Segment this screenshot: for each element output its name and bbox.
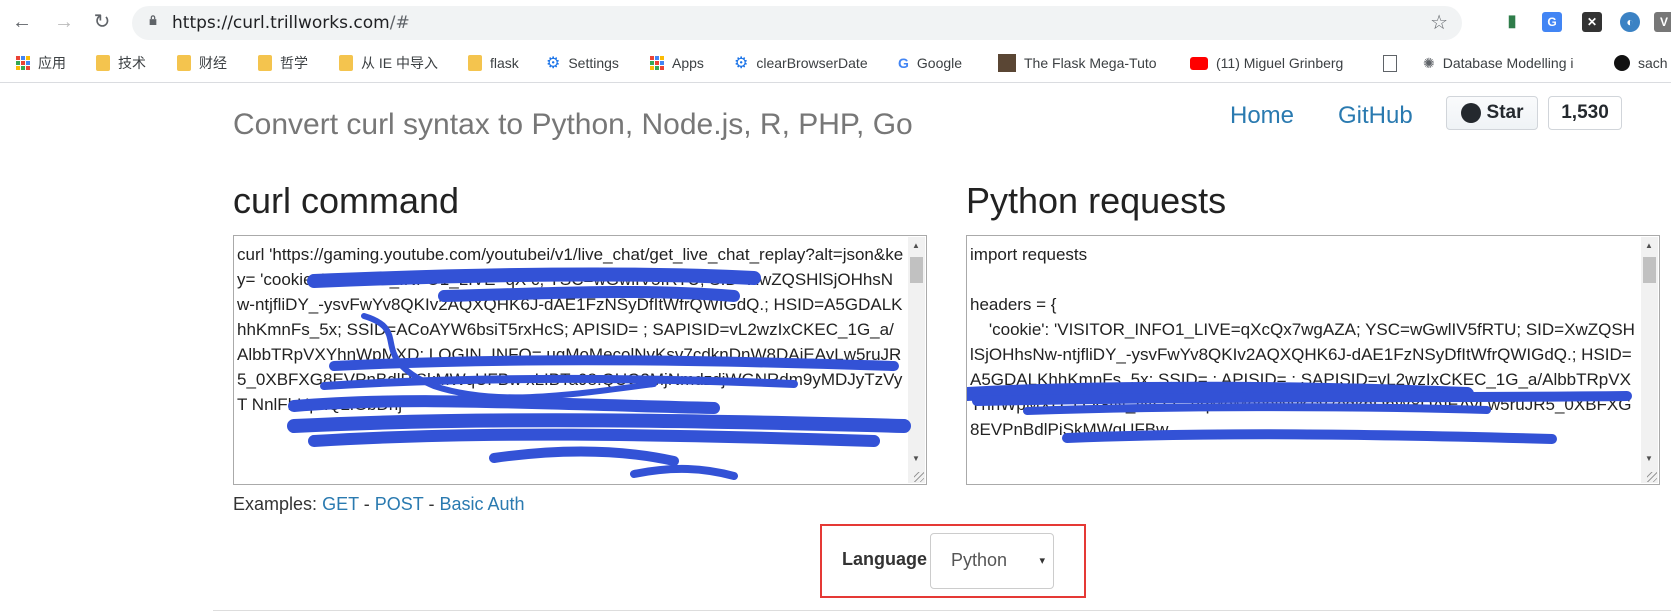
gear-icon: ⚙ — [734, 55, 749, 72]
lightbulb-icon: ✺ — [1423, 54, 1435, 71]
bookmark-label: The Flask Mega-Tuto — [1024, 55, 1157, 71]
bookmark-google[interactable]: G Google — [898, 53, 962, 73]
bookmark-youtube[interactable]: (11) Miguel Grinberg — [1190, 53, 1343, 73]
bookmark-folder[interactable]: 哲学 — [258, 53, 308, 73]
bookmark-folder[interactable]: 技术 — [96, 53, 146, 73]
google-icon: G — [898, 55, 909, 71]
folder-icon — [339, 55, 353, 71]
bookmark-github[interactable]: sach — [1614, 53, 1668, 73]
bookmark-clearbrowserdate[interactable]: ⚙ clearBrowserDate — [734, 53, 868, 73]
bookmark-label: Google — [916, 55, 963, 71]
bookmark-folder[interactable]: 财经 — [177, 53, 227, 73]
bookmark-star-icon[interactable]: ☆ — [1430, 10, 1448, 35]
bookmark-label: sach — [1638, 55, 1668, 71]
bookmark-label: Apps — [672, 55, 704, 71]
curl-input[interactable]: curl 'https://gaming.youtube.com/youtube… — [233, 235, 927, 485]
browser-toolbar: ← → ↻ https://curl.trillworks.com/# ☆ ▮ … — [0, 0, 1671, 44]
bookmark-folder[interactable]: flask — [468, 53, 519, 73]
bookmark-db-modelling[interactable]: ✺ Database Modelling i — [1423, 53, 1573, 73]
github-icon — [1614, 55, 1630, 71]
address-bar[interactable]: https://curl.trillworks.com/# ☆ — [132, 6, 1462, 40]
separator: - — [428, 494, 435, 514]
url-host: https://curl.trillworks.com — [172, 13, 390, 33]
github-star-button[interactable]: Star — [1446, 96, 1538, 130]
bookmarks-bar: 应用 技术 财经 哲学 从 IE 中导入 flask ⚙ Settings App… — [0, 44, 1671, 83]
examples-row: Examples: GET - POST - Basic Auth — [233, 494, 525, 515]
divider — [213, 610, 1671, 611]
examples-label: Examples: — [233, 494, 318, 514]
avatar-icon — [998, 54, 1016, 72]
bookmark-label: 应用 — [38, 55, 66, 71]
bookmark-folder[interactable]: 从 IE 中导入 — [339, 53, 438, 73]
x-extension-icon[interactable]: ✕ — [1582, 12, 1602, 32]
bookmark-settings[interactable]: ⚙ Settings — [546, 53, 619, 73]
python-scrollbar[interactable]: ▲ ▼ — [1641, 237, 1658, 483]
language-selected-value: Python — [951, 550, 1008, 570]
bookmark-apps[interactable]: Apps — [650, 53, 704, 73]
example-basic-auth-link[interactable]: Basic Auth — [440, 494, 525, 514]
bookmark-label: flask — [490, 55, 519, 71]
url-text: https://curl.trillworks.com/# — [172, 13, 410, 33]
curl-scrollbar[interactable]: ▲ ▼ — [908, 237, 925, 483]
gear-icon: ⚙ — [546, 55, 561, 72]
globe-extension-icon[interactable]: ◐ — [1620, 12, 1640, 32]
extension-icon[interactable]: V — [1654, 12, 1671, 32]
bookmark-label: Settings — [568, 55, 619, 71]
github-icon — [1460, 103, 1481, 123]
bookmark-label: 从 IE 中导入 — [361, 55, 439, 71]
separator: - — [363, 494, 370, 514]
youtube-icon — [1190, 56, 1208, 70]
forward-icon[interactable]: → — [52, 10, 76, 34]
nav-github-link[interactable]: GitHub — [1338, 102, 1413, 130]
scroll-up-icon[interactable]: ▲ — [912, 241, 920, 250]
folder-icon — [177, 55, 191, 71]
nav-home-link[interactable]: Home — [1230, 102, 1294, 130]
language-highlight: Language Python ▾ — [820, 524, 1086, 598]
chevron-down-icon: ▾ — [1039, 555, 1045, 567]
scroll-down-icon[interactable]: ▼ — [1645, 454, 1653, 463]
folder-icon — [258, 55, 272, 71]
resize-handle[interactable] — [914, 472, 924, 482]
scroll-up-icon[interactable]: ▲ — [1645, 241, 1653, 250]
url-path: /# — [389, 13, 410, 33]
curl-input-text: curl 'https://gaming.youtube.com/youtube… — [237, 245, 904, 414]
translate-extension-icon[interactable]: G — [1542, 12, 1562, 32]
bookmark-label: (11) Miguel Grinberg — [1216, 55, 1344, 71]
bookmark-flask-mega[interactable]: The Flask Mega-Tuto — [998, 53, 1157, 73]
folder-icon — [468, 55, 482, 71]
bookmark-label: 技术 — [118, 55, 146, 71]
python-output[interactable]: import requests headers = { 'cookie': 'V… — [966, 235, 1660, 485]
star-count[interactable]: 1,530 — [1548, 96, 1622, 130]
bookmark-page[interactable] — [1383, 53, 1397, 73]
bookmark-label: 财经 — [199, 55, 227, 71]
folder-icon — [96, 55, 110, 71]
scroll-thumb[interactable] — [1643, 257, 1656, 283]
example-post-link[interactable]: POST — [375, 494, 424, 514]
bookmark-label: 哲学 — [280, 55, 308, 71]
resize-handle[interactable] — [1647, 472, 1657, 482]
bookmark-label: clearBrowserDate — [756, 55, 868, 71]
scroll-down-icon[interactable]: ▼ — [912, 454, 920, 463]
bookmark-label: Database Modelling i — [1442, 55, 1574, 71]
page-icon — [1383, 54, 1397, 72]
bookmark-apps-cn[interactable]: 应用 — [16, 53, 66, 73]
chart-extension-icon[interactable]: ▮ — [1502, 12, 1522, 32]
reload-icon[interactable]: ↻ — [90, 10, 114, 34]
star-label: Star — [1486, 102, 1524, 123]
scroll-thumb[interactable] — [910, 257, 923, 283]
lock-icon — [149, 15, 157, 25]
language-select[interactable]: Python ▾ — [930, 533, 1054, 589]
page-title: Convert curl syntax to Python, Node.js, … — [233, 108, 913, 141]
apps-grid-icon — [650, 56, 664, 70]
curl-command-heading: curl command — [233, 180, 460, 221]
apps-grid-icon — [16, 56, 30, 70]
python-output-text: import requests headers = { 'cookie': 'V… — [970, 245, 1635, 439]
example-get-link[interactable]: GET — [322, 494, 359, 514]
back-icon[interactable]: ← — [10, 10, 34, 34]
python-requests-heading: Python requests — [966, 180, 1227, 221]
language-label: Language — [842, 549, 928, 569]
